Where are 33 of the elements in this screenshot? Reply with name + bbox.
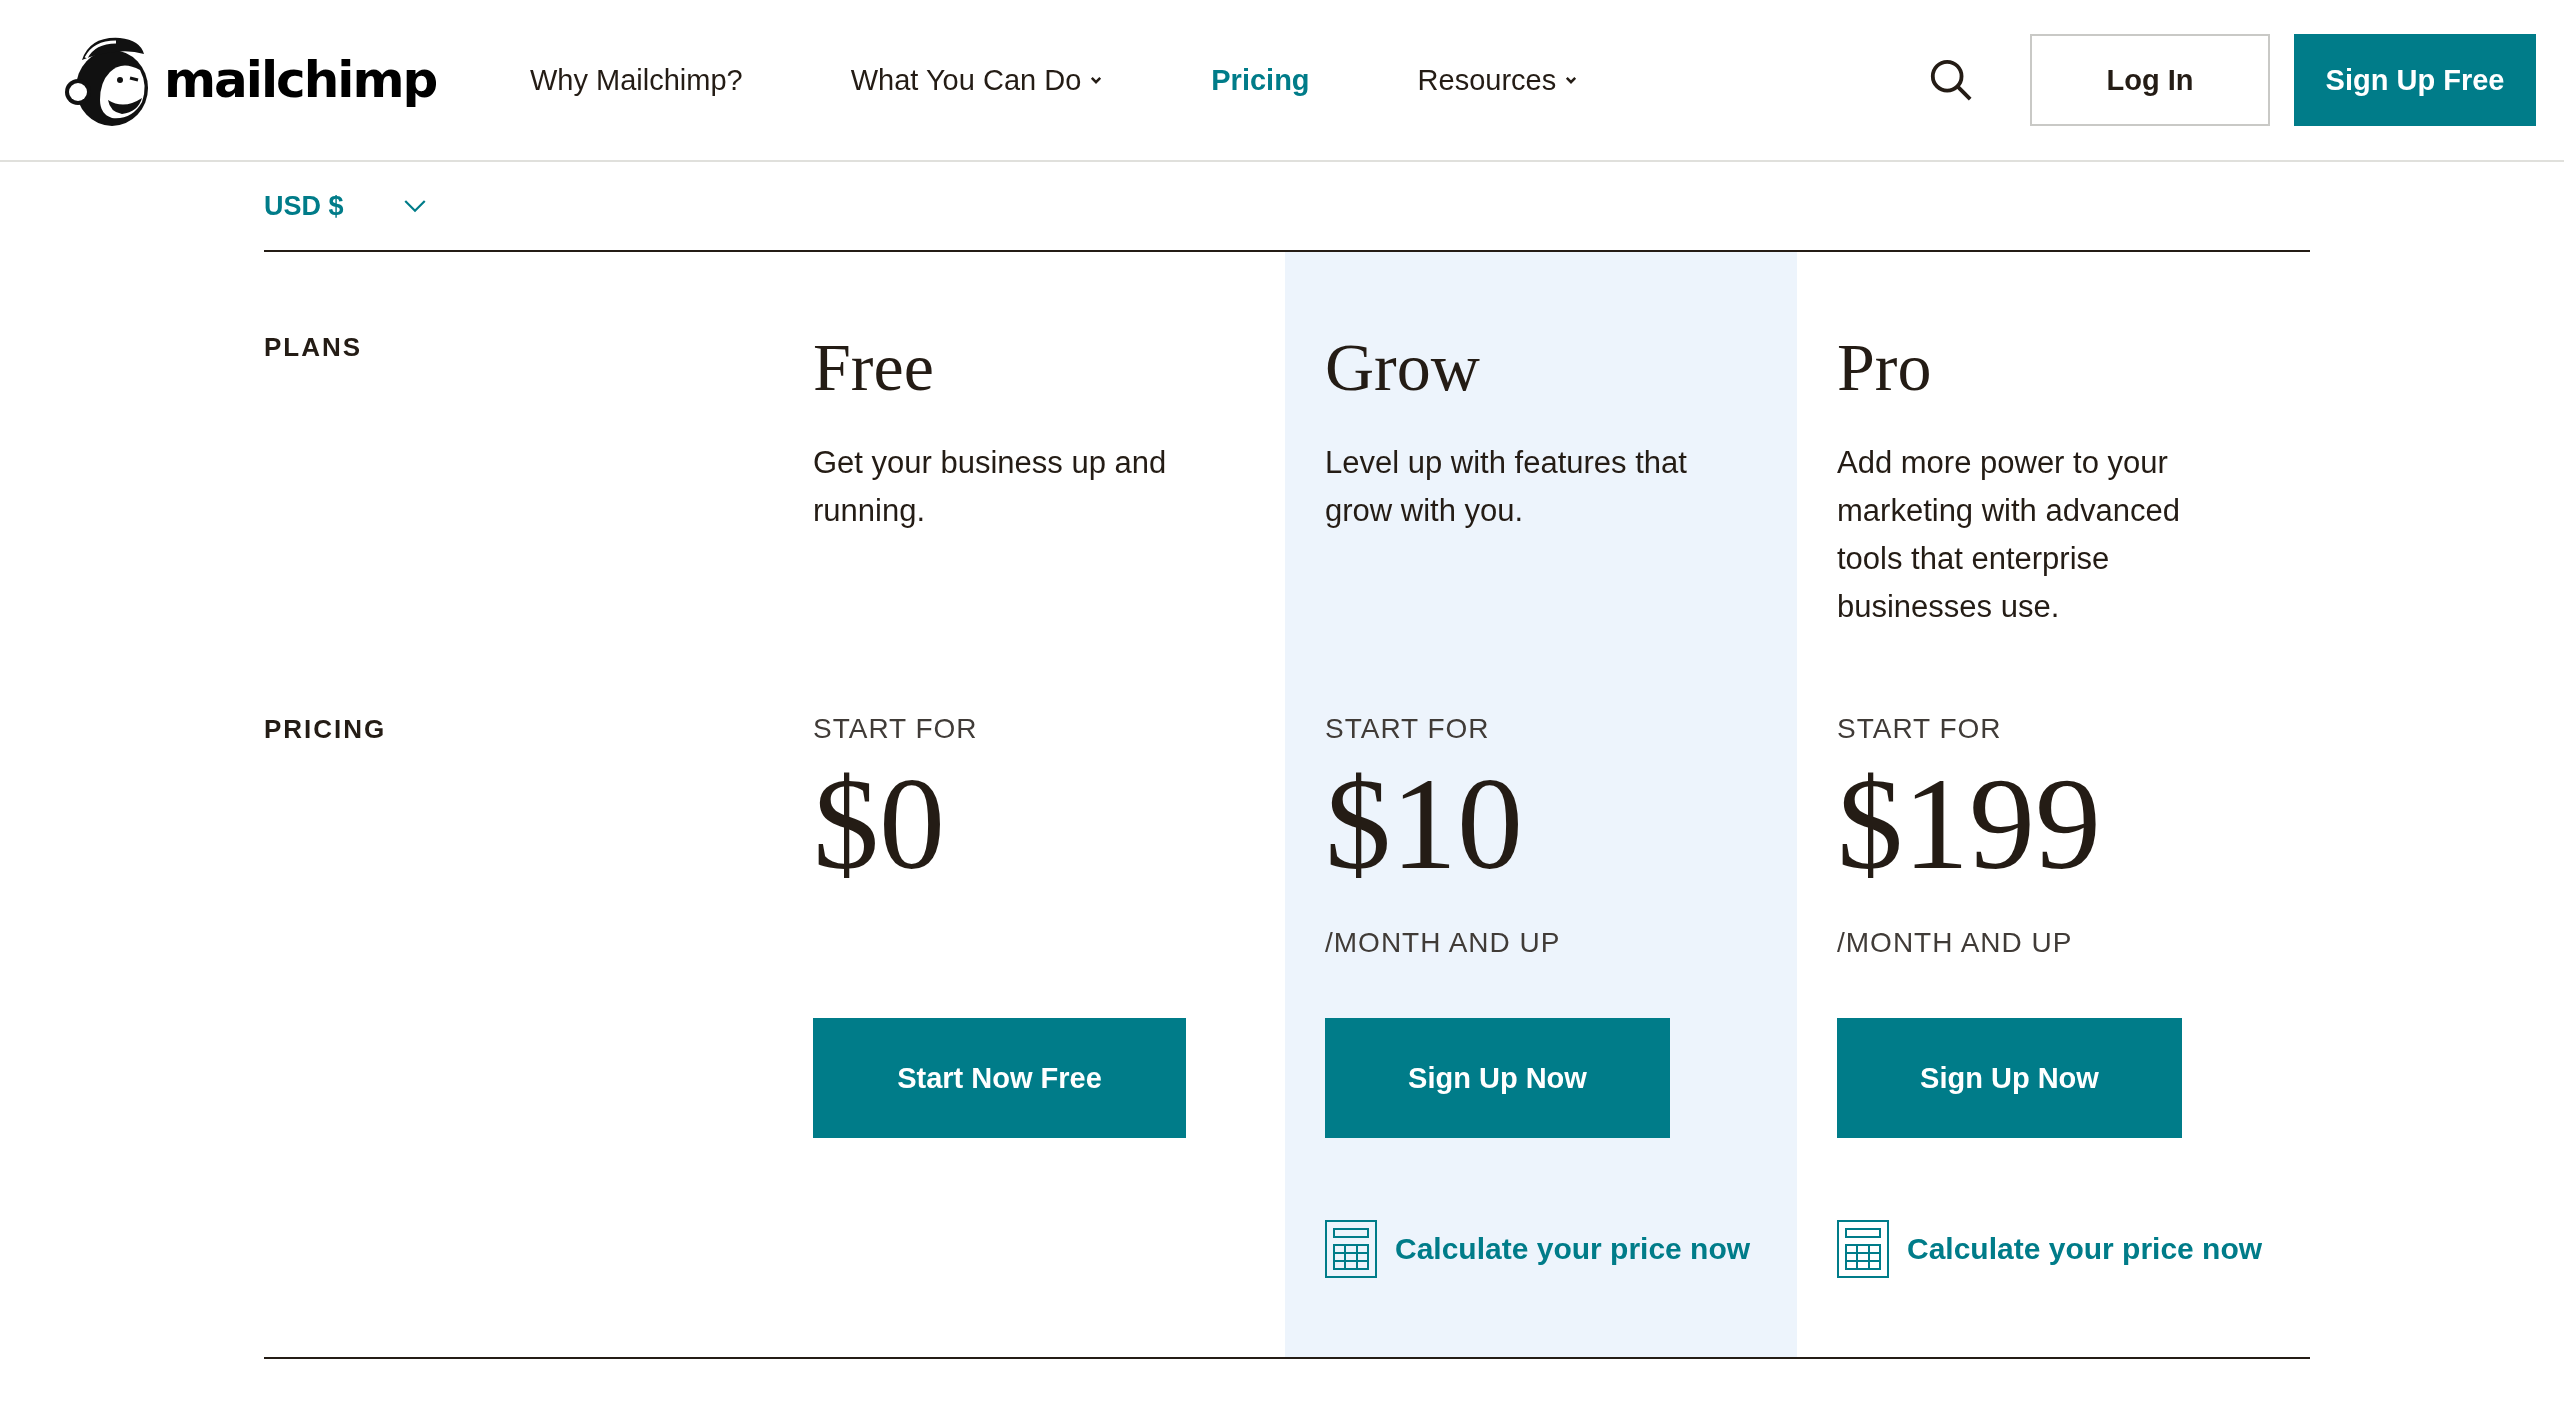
calculate-price-link[interactable]: Calculate your price now <box>1395 1232 1751 1266</box>
plan-name: Pro <box>1837 328 1933 407</box>
plan-description: Level up with features that grow with you. <box>1325 444 1688 530</box>
start-for-label: START FOR <box>813 712 979 746</box>
currency-selector[interactable]: USD $ <box>264 190 344 222</box>
row-label: PLANS <box>264 332 363 362</box>
nav-link[interactable]: What You Can Do <box>850 63 1104 97</box>
search-icon[interactable] <box>1928 57 1974 103</box>
logo-wordmark[interactable]: mailchimp <box>164 51 437 109</box>
nav-link[interactable]: Why Mailchimp? <box>530 63 743 97</box>
plan-name: Grow <box>1325 328 1481 407</box>
chevron-down-icon[interactable] <box>403 199 426 213</box>
start-for-label: START FOR <box>1325 712 1491 746</box>
row-label: PRICING <box>264 713 387 746</box>
plan-description: Get your business up and running. <box>813 444 1168 530</box>
nav-link[interactable]: Resources <box>1417 63 1579 97</box>
calculator-icon[interactable] <box>1837 1220 1889 1278</box>
calculator-icon[interactable] <box>1325 1220 1377 1278</box>
login-button[interactable]: Log In <box>2030 34 2270 126</box>
plan-button[interactable]: Sign Up Now <box>1325 1018 1670 1138</box>
start-for-label: START FOR <box>1837 712 2003 746</box>
plan-description: Add more power to your marketing with advanced tools that enterprise businesses use. <box>1837 444 2181 626</box>
plan-price: $10 <box>1325 749 1524 899</box>
price-period: /MONTH AND UP <box>1837 927 2073 958</box>
nav-link[interactable]: Pricing <box>1211 63 1310 97</box>
price-period: /MONTH AND UP <box>1325 927 1561 958</box>
plan-button[interactable]: Sign Up Now <box>1837 1018 2182 1138</box>
plan-price: $199 <box>1837 749 2102 899</box>
plan-price: $0 <box>813 749 946 899</box>
calculate-price-link[interactable]: Calculate your price now <box>1907 1232 2263 1266</box>
plan-button[interactable]: Start Now Free <box>813 1018 1186 1138</box>
plan-name: Free <box>813 328 935 407</box>
signup-button[interactable]: Sign Up Free <box>2294 34 2536 126</box>
